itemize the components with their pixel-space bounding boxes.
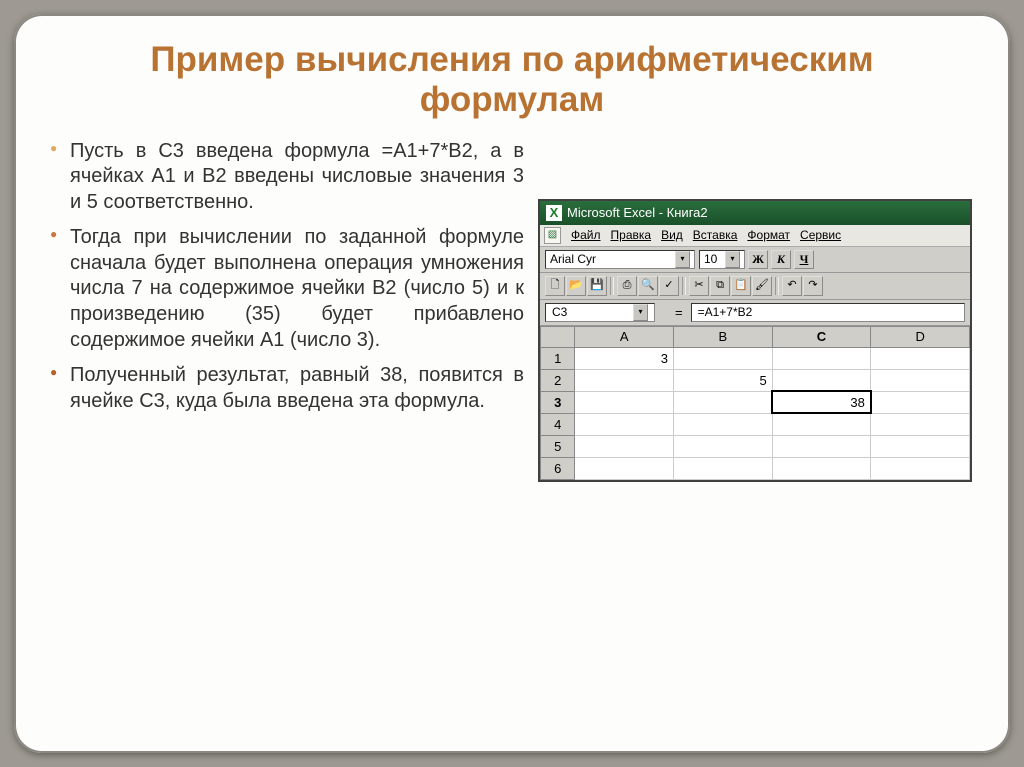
bullet-1: Пусть в С3 введена формула =А1+7*В2, а в… <box>44 139 524 216</box>
menu-service[interactable]: Сервис <box>800 228 841 242</box>
cell-b1[interactable] <box>674 347 773 369</box>
cell-d2[interactable] <box>871 369 970 391</box>
cell-b6[interactable] <box>674 457 773 479</box>
cell-a6[interactable] <box>575 457 674 479</box>
menu-view[interactable]: Вид <box>661 228 683 242</box>
menu-file[interactable]: Файл <box>571 228 601 242</box>
menu-format[interactable]: Формат <box>747 228 790 242</box>
cell-c2[interactable] <box>772 369 871 391</box>
redo-icon[interactable]: ↷ <box>803 276 823 296</box>
cut-icon[interactable]: ✂ <box>689 276 709 296</box>
content-area: Пусть в С3 введена формула =А1+7*В2, а в… <box>14 131 1010 482</box>
excel-titlebar: X Microsoft Excel - Книга2 <box>540 201 970 225</box>
dropdown-arrow-icon: ▾ <box>633 304 648 321</box>
cell-d4[interactable] <box>871 413 970 435</box>
copy-icon[interactable]: ⧉ <box>710 276 730 296</box>
cell-a3[interactable] <box>575 391 674 413</box>
excel-app-title: Microsoft Excel - Книга2 <box>567 205 708 220</box>
cell-a4[interactable] <box>575 413 674 435</box>
font-size-select[interactable]: 10 ▾ <box>699 250 745 269</box>
cell-d3[interactable] <box>871 391 970 413</box>
bold-button[interactable]: Ж <box>748 250 768 269</box>
cell-a1[interactable]: 3 <box>575 347 674 369</box>
new-file-icon[interactable]: 🗋 <box>545 276 565 296</box>
menu-insert[interactable]: Вставка <box>693 228 738 242</box>
name-box-value: C3 <box>552 304 567 321</box>
cell-c6[interactable] <box>772 457 871 479</box>
bullet-2: Тогда при вычислении по заданной формуле… <box>44 225 524 353</box>
toolbar-separator <box>775 277 779 295</box>
slide-title: Пример вычисления по арифметическим форм… <box>14 14 1010 131</box>
cell-a2[interactable] <box>575 369 674 391</box>
select-all-corner[interactable] <box>541 326 575 347</box>
cell-c3[interactable]: 38 <box>772 391 871 413</box>
row-header-1[interactable]: 1 <box>541 347 575 369</box>
italic-button[interactable]: К <box>771 250 791 269</box>
print-icon[interactable]: ⎙ <box>617 276 637 296</box>
excel-grid[interactable]: A B C D 1 3 2 <box>540 326 970 480</box>
preview-icon[interactable]: 🔍 <box>638 276 658 296</box>
cell-b5[interactable] <box>674 435 773 457</box>
cell-d5[interactable] <box>871 435 970 457</box>
font-size-value: 10 <box>704 251 717 268</box>
text-column: Пусть в С3 введена формула =А1+7*В2, а в… <box>44 139 538 482</box>
excel-menubar: ▧ Файл Правка Вид Вставка Формат Сервис <box>540 225 970 247</box>
cell-b3[interactable] <box>674 391 773 413</box>
image-column: X Microsoft Excel - Книга2 ▧ Файл Правка… <box>538 139 980 482</box>
row-header-4[interactable]: 4 <box>541 413 575 435</box>
save-file-icon[interactable]: 💾 <box>587 276 607 296</box>
row-header-5[interactable]: 5 <box>541 435 575 457</box>
excel-app-icon: X <box>546 205 562 221</box>
col-header-c[interactable]: C <box>772 326 871 347</box>
row-header-2[interactable]: 2 <box>541 369 575 391</box>
cell-a5[interactable] <box>575 435 674 457</box>
slide-frame: Пример вычисления по арифметическим форм… <box>14 14 1010 753</box>
cell-d1[interactable] <box>871 347 970 369</box>
excel-window: X Microsoft Excel - Книга2 ▧ Файл Правка… <box>538 199 972 482</box>
font-name-select[interactable]: Arial Cyr ▾ <box>545 250 695 269</box>
excel-formula-bar: C3 ▾ = =A1+7*B2 <box>540 300 970 326</box>
open-file-icon[interactable]: 📂 <box>566 276 586 296</box>
toolbar-separator <box>610 277 614 295</box>
col-header-b[interactable]: B <box>674 326 773 347</box>
excel-standard-toolbar: 🗋 📂 💾 ⎙ 🔍 ✓ ✂ ⧉ 📋 🖌 ↶ ↷ <box>540 273 970 300</box>
row-header-3[interactable]: 3 <box>541 391 575 413</box>
excel-doc-icon: ▧ <box>544 227 561 244</box>
cell-b4[interactable] <box>674 413 773 435</box>
spellcheck-icon[interactable]: ✓ <box>659 276 679 296</box>
col-header-d[interactable]: D <box>871 326 970 347</box>
bullet-list: Пусть в С3 введена формула =А1+7*В2, а в… <box>44 139 524 415</box>
toolbar-separator <box>682 277 686 295</box>
format-painter-icon[interactable]: 🖌 <box>752 276 772 296</box>
excel-font-toolbar: Arial Cyr ▾ 10 ▾ Ж К Ч <box>540 247 970 273</box>
underline-button[interactable]: Ч <box>794 250 814 269</box>
row-header-6[interactable]: 6 <box>541 457 575 479</box>
cell-d6[interactable] <box>871 457 970 479</box>
dropdown-arrow-icon: ▾ <box>675 251 690 268</box>
cell-b2[interactable]: 5 <box>674 369 773 391</box>
formula-input[interactable]: =A1+7*B2 <box>691 303 965 322</box>
col-header-a[interactable]: A <box>575 326 674 347</box>
cell-c5[interactable] <box>772 435 871 457</box>
dropdown-arrow-icon: ▾ <box>725 251 740 268</box>
font-name-value: Arial Cyr <box>550 251 596 268</box>
equals-icon: = <box>675 305 683 320</box>
name-box[interactable]: C3 ▾ <box>545 303 655 322</box>
cell-c4[interactable] <box>772 413 871 435</box>
bullet-3: Полученный результат, равный 38, появитс… <box>44 363 524 414</box>
menu-edit[interactable]: Правка <box>611 228 652 242</box>
undo-icon[interactable]: ↶ <box>782 276 802 296</box>
paste-icon[interactable]: 📋 <box>731 276 751 296</box>
cell-c1[interactable] <box>772 347 871 369</box>
